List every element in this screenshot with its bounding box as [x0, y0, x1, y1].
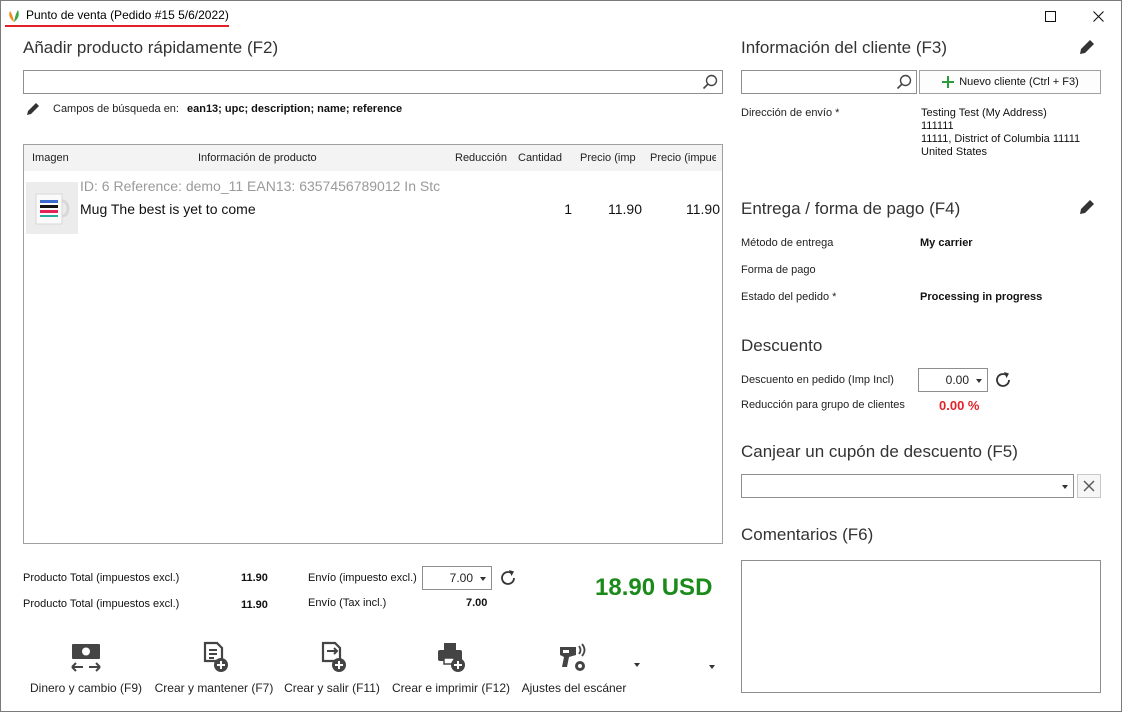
product-price-incl: 11.90	[686, 201, 720, 217]
product-quantity[interactable]: 1	[546, 201, 572, 217]
doc-exit-icon	[321, 641, 346, 672]
group-reduction-value: 0.00 %	[939, 398, 980, 413]
maximize-button[interactable]	[1027, 1, 1073, 31]
create-exit-label: Crear y salir (F11)	[284, 681, 380, 695]
group-reduction-label: Reducción para grupo de clientes	[741, 399, 905, 411]
clear-coupon-button[interactable]	[1077, 474, 1101, 498]
scanner-settings-icon	[560, 643, 586, 671]
comments-title: Comentarios (F6)	[741, 525, 874, 544]
quick-add-title: Añadir producto rápidamente (F2)	[23, 38, 279, 57]
scanner-settings-label: Ajustes del escáner	[521, 681, 627, 695]
payment-method-label: Forma de pago	[741, 264, 816, 276]
col-image[interactable]: Imagen	[32, 152, 92, 164]
customer-search-box	[741, 70, 917, 94]
create-print-label: Crear e imprimir (F12)	[391, 681, 510, 695]
comments-textarea[interactable]	[741, 560, 1101, 693]
order-discount-dropdown[interactable]: 0.00	[918, 368, 988, 392]
col-reduction[interactable]: Reducción	[455, 152, 507, 164]
title-underline	[5, 25, 229, 27]
shipping-address-label: Dirección de envío *	[741, 107, 840, 119]
chevron-down-icon	[1062, 485, 1068, 489]
new-client-button[interactable]: Nuevo cliente (Ctrl + F3)	[919, 70, 1101, 94]
customer-search-input[interactable]	[742, 71, 916, 93]
order-status-value: Processing in progress	[920, 291, 1043, 303]
product-table: Imagen Información de producto Reducción…	[23, 144, 723, 544]
coupon-title: Canjear un cupón de descuento (F5)	[741, 442, 1018, 461]
doc-add-icon	[203, 641, 228, 672]
grand-total: 18.90 USD	[595, 574, 713, 601]
new-client-label: Nuevo cliente (Ctrl + F3)	[959, 76, 1079, 88]
order-discount-label: Descuento en pedido (Imp Incl)	[741, 374, 894, 386]
delivery-method-value: My carrier	[920, 237, 973, 249]
cash-icon	[71, 644, 101, 672]
customer-title: Información del cliente (F3)	[741, 38, 947, 57]
pencil-icon[interactable]	[1078, 198, 1096, 216]
create-keep-label: Crear y mantener (F7)	[154, 681, 274, 695]
refresh-icon[interactable]	[993, 370, 1013, 390]
product-search-box	[23, 70, 723, 94]
product-total-excl-value: 11.90	[241, 572, 268, 584]
col-quantity[interactable]: Cantidad	[518, 152, 574, 164]
search-fields-label: Campos de búsqueda en:	[53, 103, 179, 115]
shipping-incl-value: 7.00	[466, 597, 488, 609]
product-total-incl-value: 11.90	[241, 599, 268, 611]
window-title: Punto de venta (Pedido #15 5/6/2022)	[26, 8, 229, 22]
table-row[interactable]: ID: 6 Reference: demo_11 EAN13: 63574567…	[24, 172, 722, 236]
chevron-down-icon[interactable]	[634, 663, 640, 667]
cash-change-label: Dinero y cambio (F9)	[29, 681, 143, 695]
app-logo-icon	[9, 10, 19, 22]
shipping-incl-label: Envío (Tax incl.)	[308, 597, 387, 609]
delivery-title: Entrega / forma de pago (F4)	[741, 199, 961, 218]
close-button[interactable]	[1075, 1, 1121, 31]
address-line: 111111	[921, 120, 954, 132]
shipping-cost-dropdown[interactable]: 7.00	[422, 566, 492, 590]
order-status-label: Estado del pedido *	[741, 291, 837, 303]
search-fields-row: Campos de búsqueda en: ean13; upc; descr…	[25, 101, 402, 117]
create-keep-button[interactable]: Crear y mantener (F7)	[153, 637, 275, 695]
create-print-button[interactable]: Crear e imprimir (F12)	[389, 637, 513, 695]
col-price-incl[interactable]: Precio (impue	[650, 152, 716, 164]
chevron-down-icon	[480, 577, 486, 581]
product-price-excl: 11.90	[608, 201, 642, 217]
address-line: 11111, District of Columbia 11111	[921, 133, 1081, 145]
mug-image	[35, 193, 70, 225]
product-search-input[interactable]	[24, 71, 722, 93]
clear-icon	[1083, 480, 1095, 492]
shipping-address: Testing Test (My Address) 111111 11111, …	[921, 107, 1080, 159]
table-header: Imagen Información de producto Reducción…	[24, 145, 722, 171]
shipping-cost-value: 7.00	[449, 571, 473, 585]
cash-change-button[interactable]: Dinero y cambio (F9)	[27, 637, 145, 695]
plus-icon	[942, 76, 955, 88]
shipping-excl-label: Envío (impuesto excl.)	[308, 572, 417, 584]
create-exit-button[interactable]: Crear y salir (F11)	[283, 637, 381, 695]
search-icon[interactable]	[896, 74, 912, 90]
search-icon[interactable]	[702, 74, 718, 90]
product-total-incl-label: Producto Total (impuestos excl.)	[23, 598, 180, 610]
discount-title: Descuento	[741, 336, 823, 355]
product-thumbnail	[26, 182, 78, 234]
pos-window: Punto de venta (Pedido #15 5/6/2022) Aña…	[0, 0, 1122, 712]
col-price-excl[interactable]: Precio (imp	[580, 152, 640, 164]
search-fields-value: ean13; upc; description; name; reference	[186, 103, 403, 115]
coupon-select[interactable]	[741, 474, 1074, 498]
product-name: Mug The best is yet to come	[80, 201, 256, 217]
order-discount-value: 0.00	[945, 373, 969, 387]
close-icon	[1092, 10, 1104, 22]
refresh-icon[interactable]	[498, 568, 518, 588]
col-product-info[interactable]: Información de producto	[198, 152, 398, 164]
title-bar: Punto de venta (Pedido #15 5/6/2022)	[1, 1, 1121, 31]
pencil-icon[interactable]	[25, 101, 41, 117]
delivery-method-label: Método de entrega	[741, 237, 834, 249]
address-line: Testing Test (My Address)	[921, 107, 1047, 119]
product-total-excl-label: Producto Total (impuestos excl.)	[23, 572, 180, 584]
chevron-down-icon[interactable]	[709, 665, 715, 669]
chevron-down-icon	[976, 379, 982, 383]
scanner-settings-button[interactable]: Ajustes del escáner	[519, 637, 629, 695]
product-meta: ID: 6 Reference: demo_11 EAN13: 63574567…	[80, 178, 441, 194]
pencil-icon[interactable]	[1078, 38, 1096, 56]
address-line: United States	[921, 146, 988, 158]
printer-add-icon	[438, 643, 465, 672]
maximize-icon	[1044, 10, 1056, 22]
